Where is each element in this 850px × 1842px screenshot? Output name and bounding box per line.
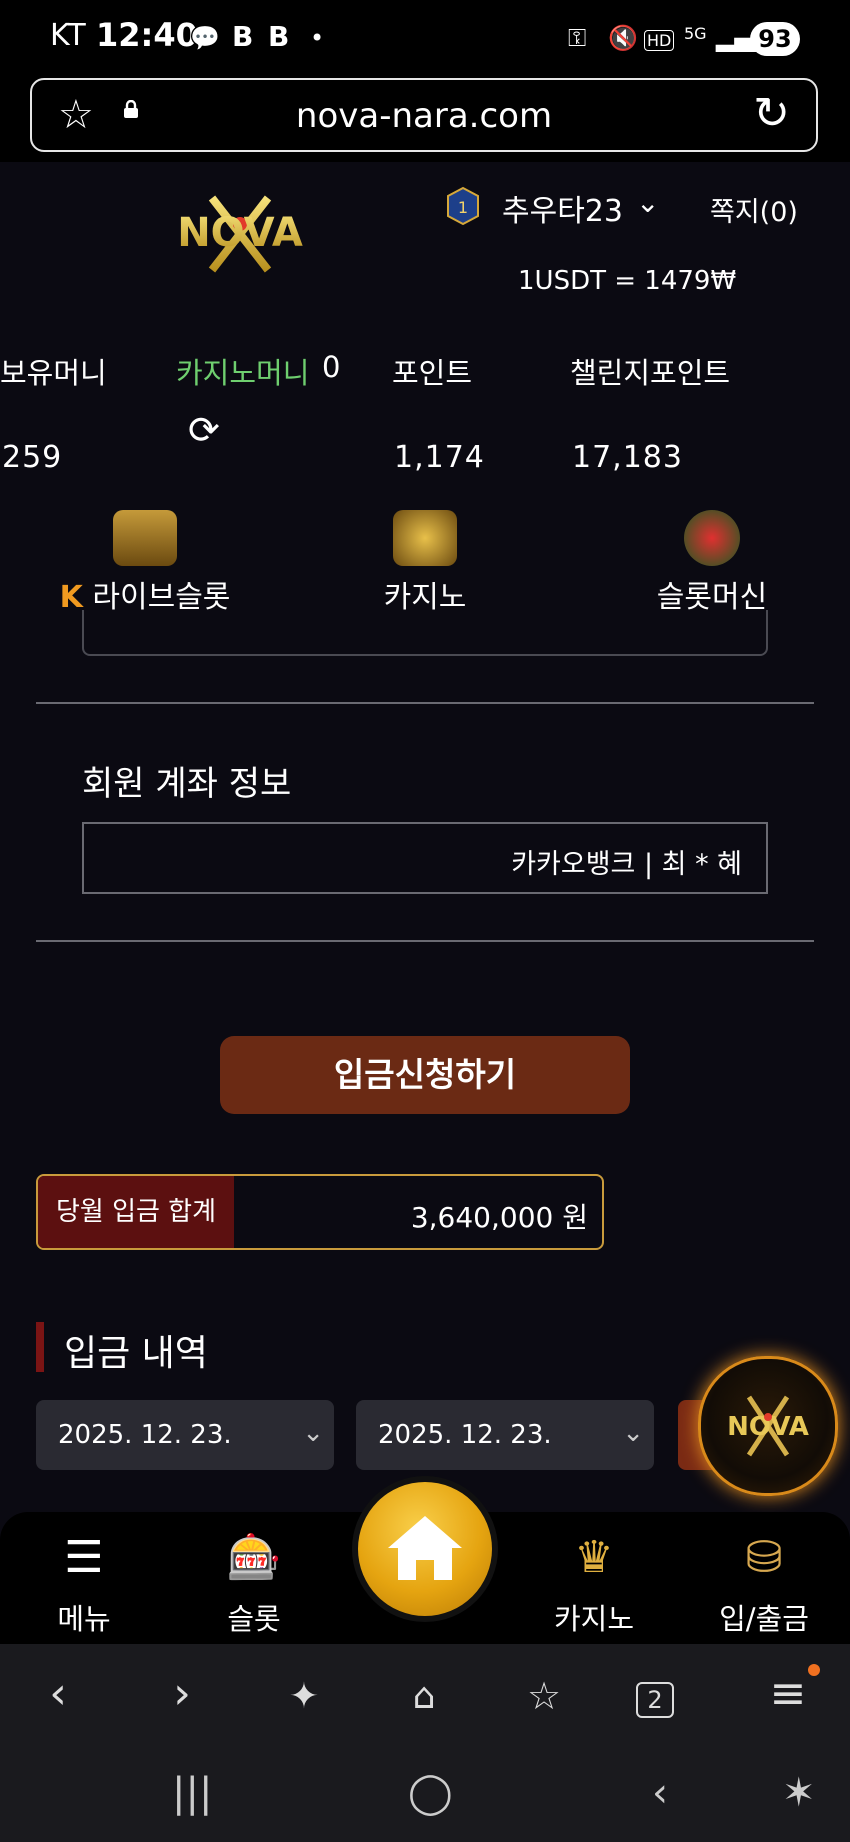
chevron-down-icon: ⌄ — [622, 1418, 644, 1448]
rank-badge-icon: 1 — [447, 186, 479, 226]
holding-money-label: 보유머니 — [0, 356, 107, 390]
home-icon — [388, 1516, 462, 1580]
logo-text: NOVA — [177, 210, 303, 256]
bookmarks-icon[interactable]: ☆ — [514, 1674, 574, 1718]
5g-icon: 5G — [684, 24, 707, 43]
rank-number: 1 — [458, 198, 468, 217]
url-text[interactable]: nova-nara.com — [32, 96, 816, 136]
status-bar: KT 12:40 💬 B B • ⚿ 🔇 HD 5G ▂▄▆ 93 — [0, 0, 850, 76]
hd-icon: HD — [644, 30, 675, 51]
previous-field[interactable] — [82, 610, 768, 656]
browser-menu-icon[interactable]: ≡ — [758, 1668, 818, 1719]
nav-menu[interactable]: ☰ 메뉴 — [24, 1530, 144, 1638]
nav-label: 카지노 — [553, 1602, 635, 1636]
talk-icon: 💬 — [190, 24, 220, 52]
category-casino[interactable]: 카지노 — [350, 510, 500, 616]
b-icon: B — [232, 20, 254, 53]
nav-casino[interactable]: ♛ 카지노 — [534, 1530, 654, 1638]
casino-money-value: 0 — [322, 350, 341, 384]
home-icon[interactable]: ⌂ — [394, 1676, 454, 1717]
tabs-icon[interactable]: 2 — [636, 1682, 674, 1718]
nav-slot[interactable]: 🎰 슬롯 — [194, 1530, 314, 1638]
account-info-field: 카카오뱅크 | 최 * 혜 — [82, 822, 768, 894]
holding-money-value: 259 — [2, 440, 63, 475]
mute-icon: 🔇 — [608, 24, 638, 52]
k-icon: K — [59, 580, 83, 615]
category-live-slot[interactable]: K 라이브슬롯 — [50, 510, 240, 616]
account-info-title: 회원 계좌 정보 — [82, 764, 292, 804]
k-slot-icon — [393, 510, 457, 566]
back-icon[interactable]: ‹ — [28, 1668, 88, 1719]
refresh-icon[interactable]: ⟳ — [188, 408, 220, 452]
home-button[interactable] — [358, 1482, 492, 1616]
account-info-value: 카카오뱅크 | 최 * 혜 — [511, 849, 742, 880]
key-icon: ⚿ — [568, 24, 587, 52]
sparkle-icon[interactable]: ✦ — [274, 1676, 334, 1717]
casino-money-label: 카지노머니 — [176, 356, 310, 390]
deposit-request-button[interactable]: 입금신청하기 — [220, 1036, 630, 1114]
nova-logo[interactable]: NOVA — [150, 194, 330, 274]
home-circle-icon[interactable]: ◯ — [408, 1770, 453, 1816]
nav-label: 슬롯 — [227, 1602, 281, 1636]
exchange-rate: 1USDT = 1479₩ — [518, 266, 737, 296]
floating-nova-logo-button[interactable]: NOVA — [698, 1356, 838, 1496]
monthly-sum-value: 3,640,000 원 — [410, 1201, 588, 1234]
recent-apps-icon[interactable]: ||| — [172, 1770, 212, 1816]
monthly-deposit-sum: 당월 입금 합계 3,640,000 원 — [36, 1174, 604, 1250]
point-value: 1,174 — [394, 440, 485, 475]
messages-link[interactable]: 쪽지(0) — [710, 190, 798, 229]
accessibility-icon[interactable]: ✶ — [782, 1770, 816, 1816]
nav-label: 입/출금 — [719, 1602, 809, 1636]
challenge-point-value: 17,183 — [572, 440, 683, 475]
battery-indicator: 93 — [750, 22, 800, 56]
divider — [36, 940, 814, 942]
back-icon[interactable]: ‹ — [652, 1770, 668, 1816]
reload-icon[interactable]: ↻ — [753, 88, 790, 139]
b-icon: B — [268, 20, 290, 53]
k-slot-icon: ♛ — [574, 1532, 614, 1583]
monthly-sum-label: 당월 입금 합계 — [38, 1176, 234, 1248]
section-accent-bar — [36, 1322, 44, 1372]
slot-machine-icon: 🎰 — [226, 1532, 282, 1583]
nav-deposit-withdraw[interactable]: ⛁ 입/출금 — [704, 1530, 824, 1638]
chevron-down-icon[interactable]: ⌄ — [636, 186, 659, 219]
date-to-select[interactable]: 2025. 12. 23. ⌄ — [356, 1400, 654, 1470]
username[interactable]: 추우타23 — [502, 186, 623, 230]
divider — [36, 702, 814, 704]
address-bar[interactable]: ☆ nova-nara.com ↻ — [30, 78, 818, 152]
coins-icon: ⛁ — [745, 1532, 783, 1583]
menu-icon: ☰ — [64, 1532, 104, 1583]
deposit-history-title: 입금 내역 — [64, 1333, 208, 1374]
carrier-label: KT — [50, 18, 86, 53]
777-slots-icon — [684, 510, 740, 566]
date-to-value: 2025. 12. 23. — [378, 1420, 552, 1450]
forward-icon[interactable]: › — [152, 1668, 212, 1719]
point-label: 포인트 — [392, 356, 473, 390]
date-from-value: 2025. 12. 23. — [58, 1420, 232, 1450]
live-slot-icon — [113, 510, 177, 566]
dot-icon: • — [310, 24, 325, 52]
notification-dot — [808, 1664, 820, 1676]
date-from-select[interactable]: 2025. 12. 23. ⌄ — [36, 1400, 334, 1470]
challenge-point-label: 챌린지포인트 — [570, 356, 731, 390]
category-slot-machine[interactable]: 슬롯머신 — [632, 510, 792, 616]
clock: 12:40 — [96, 16, 198, 54]
chevron-down-icon: ⌄ — [302, 1418, 324, 1448]
nav-label: 메뉴 — [57, 1602, 111, 1636]
